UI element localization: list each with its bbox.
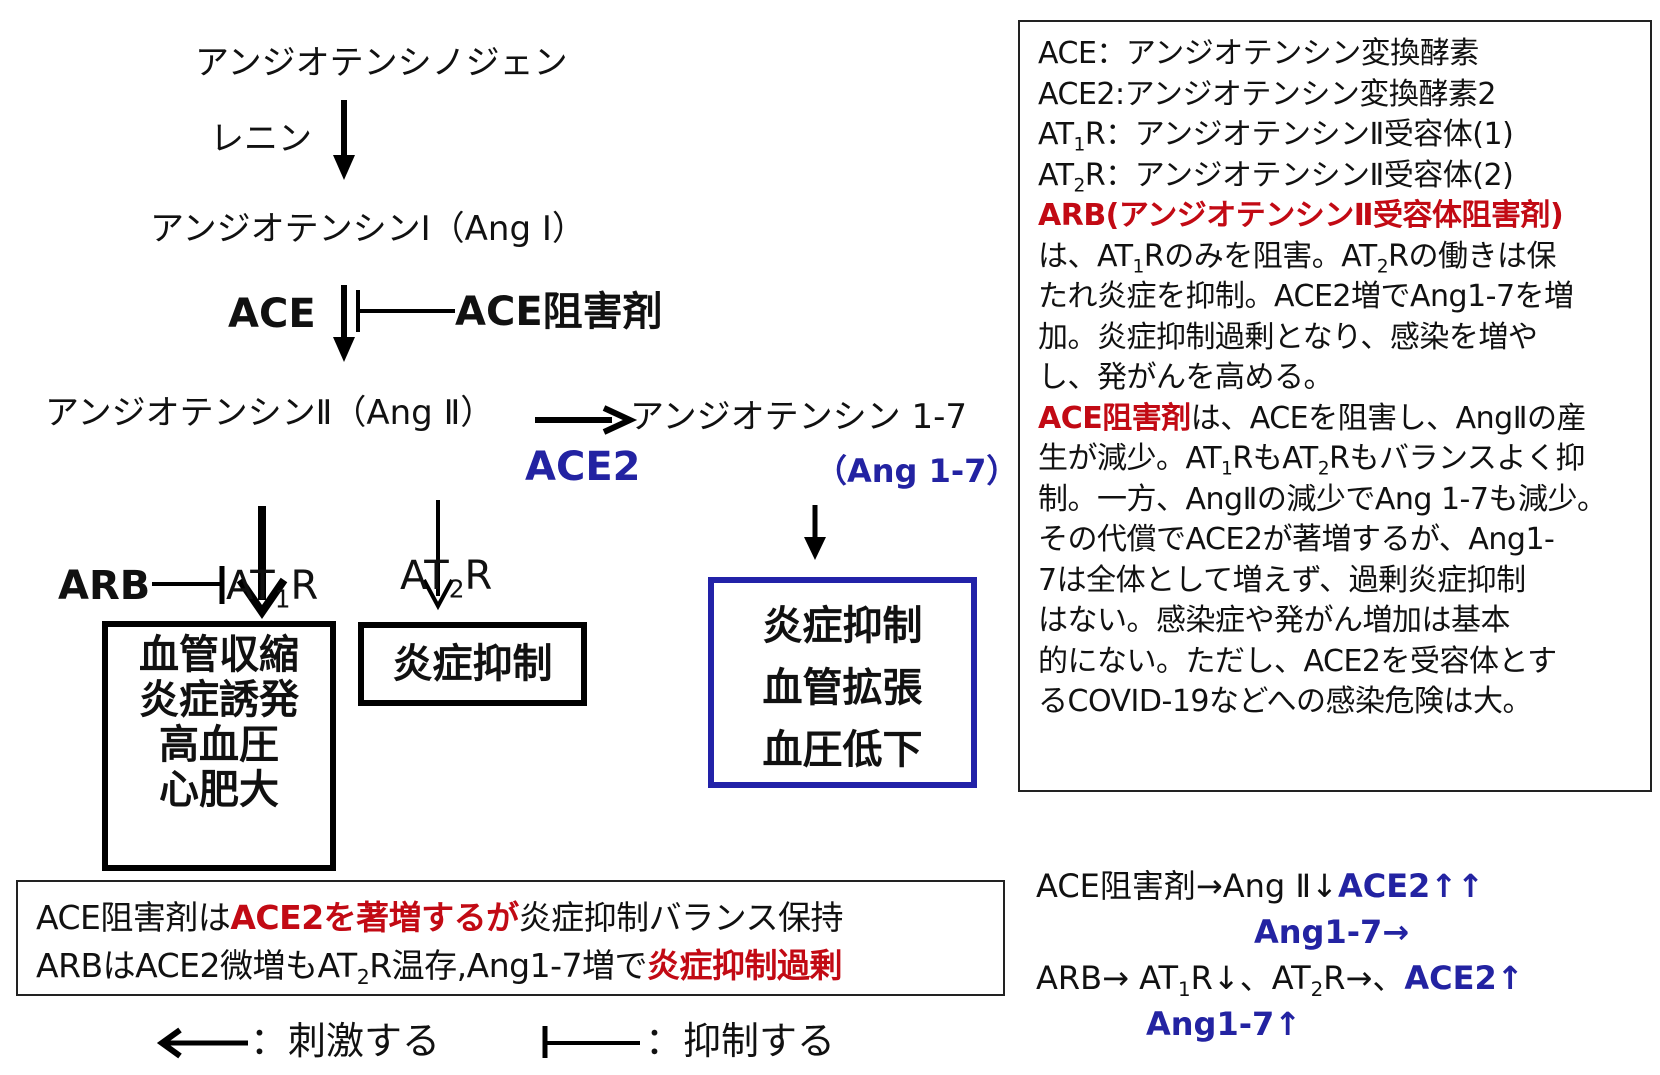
at2r-base: AT bbox=[400, 553, 449, 599]
definition-at1r: AT1R：アンジオテンシンⅡ受容体(1) bbox=[1038, 117, 1514, 156]
ace2-label: ACE2 bbox=[525, 444, 641, 490]
definition-at2r: AT2R：アンジオテンシンⅡ受容体(2) bbox=[1038, 157, 1514, 196]
at2r-sub: 2 bbox=[448, 574, 465, 604]
angiotensin-1-label: アンジオテンシンⅠ（Ang Ⅰ） bbox=[150, 209, 586, 249]
at2r-effect: 炎症抑制 bbox=[392, 641, 553, 687]
at1r-effect: 高血圧 bbox=[159, 722, 279, 768]
legend-stimulate-label: ：刺激する bbox=[250, 1019, 441, 1063]
at2r-effects-box: 炎症抑制 bbox=[358, 622, 587, 706]
ace-inhibitor-tbar-icon bbox=[356, 290, 455, 332]
ace-inhibitor-label: ACE阻害剤 bbox=[455, 289, 663, 335]
renin-label: レニン bbox=[210, 119, 312, 159]
arb-text-line: し、発がんを高める。 bbox=[1038, 360, 1334, 395]
acei-text-line: るCOVID-19などへの感染危険は大。 bbox=[1038, 684, 1533, 719]
at2r-suffix: R bbox=[464, 553, 493, 599]
legend-inhibit-label: ：抑制する bbox=[645, 1019, 836, 1063]
ang17-effects-box: 炎症抑制 血管拡張 血圧低下 bbox=[708, 577, 977, 788]
acei-text-line: はない。感染症や発がん増加は基本 bbox=[1038, 603, 1511, 638]
definition-ace2: ACE2:アンジオテンシン変換酵素2 bbox=[1038, 76, 1496, 112]
angiotensin-1-7-text: アンジオテンシン 1-7 bbox=[630, 397, 967, 437]
acei-text-line: 生が減少。AT1RもAT2Rもバランスよく抑 bbox=[1038, 441, 1585, 480]
ace2-conversion-arrow-icon bbox=[535, 405, 638, 435]
note-acei: ACE阻害剤→Ang Ⅱ↓ACE2↑↑ bbox=[1036, 867, 1484, 905]
acei-text-line: 7は全体として増えず、過剰炎症抑制 bbox=[1038, 562, 1526, 598]
comparison-notes: ACE阻害剤→Ang Ⅱ↓ACE2↑↑ Ang1-7→ ARB→ AT1R↓、A… bbox=[1036, 862, 1524, 1046]
at1r-effect: 炎症誘発 bbox=[139, 677, 299, 723]
acei-heading: ACE阻害剤 bbox=[1038, 400, 1191, 436]
angiotensinogen-label: アンジオテンシノジェン bbox=[195, 43, 568, 83]
arb-text-line: 加。炎症抑制過剰となり、感染を増や bbox=[1038, 319, 1538, 355]
at1r-sub: 1 bbox=[274, 584, 291, 614]
ang17-effect: 炎症抑制 bbox=[762, 603, 923, 649]
summary-box: ACE阻害剤はACE2を著増するが炎症抑制バランス保持 ARBはACE2微増もA… bbox=[16, 880, 1005, 996]
note-arb-ang17: Ang1-7↑ bbox=[1146, 1005, 1302, 1043]
note-arb: ARB→ AT1R↓、AT2R→、ACE2↑ bbox=[1036, 959, 1524, 1001]
acei-text-line: ACE阻害剤は、ACEを阻害し、AngⅡの産 bbox=[1038, 400, 1586, 436]
ace-arrow-icon bbox=[333, 285, 355, 362]
note-acei-ang17: Ang1-7→ bbox=[1254, 913, 1410, 951]
at1r-suffix: R bbox=[290, 563, 319, 609]
definition-ace: ACE：アンジオテンシン変換酵素 bbox=[1038, 36, 1479, 71]
summary-line-arb: ARBはACE2微増もAT2R温存,Ang1-7増で炎症抑制過剰 bbox=[36, 946, 842, 990]
arb-inhibit-tbar-icon bbox=[152, 566, 225, 604]
ace-label: ACE bbox=[228, 291, 316, 337]
acei-text-line: 的にない。ただし、ACE2を受容体とす bbox=[1038, 643, 1557, 679]
renin-arrow-icon bbox=[333, 100, 355, 180]
at1r-effects-box: 血管収縮 炎症誘発 高血圧 心肥大 bbox=[102, 621, 336, 871]
arb-heading: ARB(アンジオテンシンⅡ受容体阻害剤) bbox=[1038, 198, 1564, 233]
acei-text-line: その代償でACE2が著増するが、Ang1- bbox=[1038, 522, 1555, 557]
at2r-label: AT2R bbox=[400, 553, 493, 602]
explanation-panel: ACE：アンジオテンシン変換酵素 ACE2:アンジオテンシン変換酵素2 AT1R… bbox=[1018, 20, 1652, 792]
legend-stimulate-arrow-icon bbox=[156, 1027, 248, 1059]
ang17-effect: 血圧低下 bbox=[762, 727, 923, 773]
arb-text-line: たれ炎症を抑制。ACE2増でAng1-7を増 bbox=[1038, 279, 1574, 314]
arb-text-line: は、AT1Rのみを阻害。AT2Rの働きは保 bbox=[1038, 238, 1556, 277]
summary-line-acei: ACE阻害剤はACE2を著増するが炎症抑制バランス保持 bbox=[36, 898, 844, 937]
at1r-label: AT1R bbox=[226, 563, 319, 612]
at1r-base: AT bbox=[226, 563, 275, 609]
angiotensin-2-label: アンジオテンシンⅡ（Ang Ⅱ） bbox=[45, 393, 495, 433]
angiotensin-1-7-label: アンジオテンシン 1-7 bbox=[630, 400, 967, 434]
at1r-effect: 心肥大 bbox=[159, 767, 279, 813]
ang17-abbr-label: （Ang 1-7） bbox=[815, 452, 1019, 490]
arb-label: ARB bbox=[58, 563, 151, 609]
at1r-effect: 血管収縮 bbox=[139, 632, 299, 678]
ang17-arrow-icon bbox=[804, 505, 826, 560]
legend-inhibit-tbar-icon bbox=[542, 1026, 640, 1058]
ang17-effect: 血管拡張 bbox=[762, 665, 923, 711]
acei-text-line: 制。一方、AngⅡの減少でAng 1-7も減少。 bbox=[1038, 481, 1607, 517]
